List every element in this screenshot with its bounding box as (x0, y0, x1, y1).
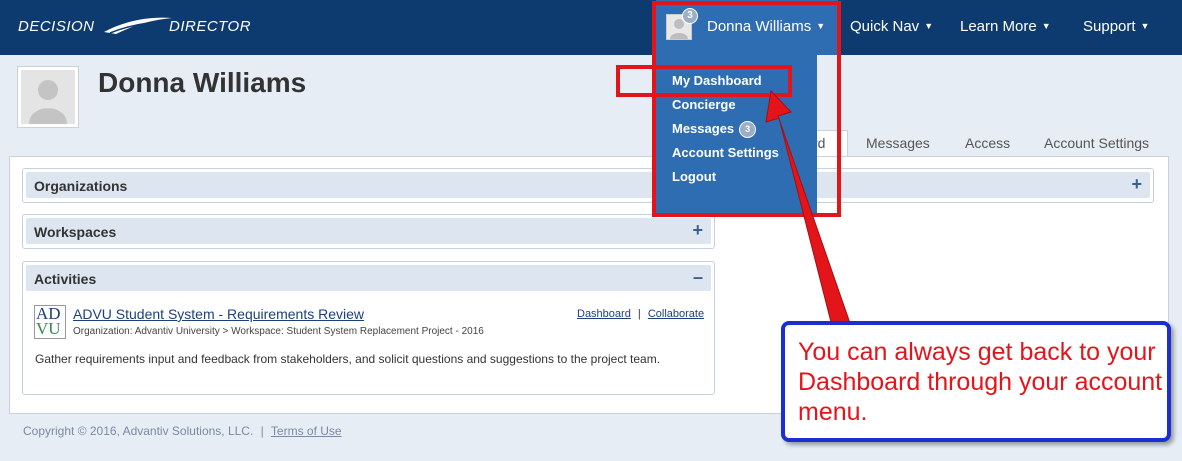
collapse-icon[interactable]: – (693, 267, 703, 288)
copyright-text: Copyright © 2016, Advantiv Solutions, LL… (23, 424, 254, 438)
nav-support[interactable]: Support ▼ (1083, 18, 1149, 35)
callout-text: You can always get back to your Dashboar… (798, 338, 1163, 426)
activity-description: Gather requirements input and feedback f… (35, 352, 661, 366)
chevron-down-icon: ▼ (1140, 21, 1150, 31)
chevron-down-icon: ▼ (1041, 21, 1051, 31)
panel-title: Activities (34, 271, 97, 287)
highlight-my-dashboard (616, 65, 792, 97)
activity-collaborate-link[interactable]: Collaborate (648, 308, 704, 320)
logo-text-director: DIRECTOR (169, 18, 252, 35)
organizations-panel: Organizations + (22, 168, 1154, 203)
expand-icon[interactable]: + (692, 220, 703, 241)
person-silhouette-icon (29, 80, 67, 124)
nav-quick-nav[interactable]: Quick Nav ▼ (850, 18, 933, 35)
tab-access[interactable]: Access (965, 135, 1010, 151)
link-separator: | (637, 308, 641, 320)
expand-icon[interactable]: + (1131, 174, 1142, 195)
terms-of-use-link[interactable]: Terms of Use (271, 424, 342, 438)
profile-name: Donna Williams (98, 67, 307, 98)
logo-text-decision: DECISION (18, 18, 95, 35)
highlight-account-menu (652, 1, 841, 217)
activity-dashboard-link[interactable]: Dashboard (577, 308, 631, 320)
page-footer: Copyright © 2016, Advantiv Solutions, LL… (23, 424, 342, 438)
workspaces-panel: Workspaces + (22, 214, 715, 249)
tab-messages[interactable]: Messages (866, 135, 930, 151)
footer-separator: | (260, 424, 264, 438)
nav-learn-more[interactable]: Learn More ▼ (960, 18, 1051, 35)
activities-panel-header[interactable]: Activities – (26, 265, 711, 291)
panel-title: Organizations (34, 178, 128, 194)
logo-swoosh-icon (104, 17, 172, 34)
organization-logo: AD VU (34, 305, 66, 339)
annotation-callout: You can always get back to your Dashboar… (781, 321, 1171, 442)
activity-breadcrumb: Organization: Advantiv University > Work… (73, 326, 484, 337)
tab-account-settings[interactable]: Account Settings (1044, 135, 1149, 151)
workspaces-panel-header[interactable]: Workspaces + (26, 218, 711, 244)
logo-line-2: VU (36, 319, 61, 338)
activity-title-link[interactable]: ADVU Student System - Requirements Revie… (73, 306, 364, 322)
activity-links: Dashboard | Collaborate (577, 308, 704, 320)
profile-avatar (17, 66, 79, 128)
chevron-down-icon: ▼ (924, 21, 934, 31)
organizations-panel-header[interactable]: Organizations + (26, 172, 1150, 198)
panel-title: Workspaces (34, 224, 117, 240)
top-navbar: DECISION DIRECTOR 3 Donna Williams ▼ Quic… (0, 0, 1182, 55)
